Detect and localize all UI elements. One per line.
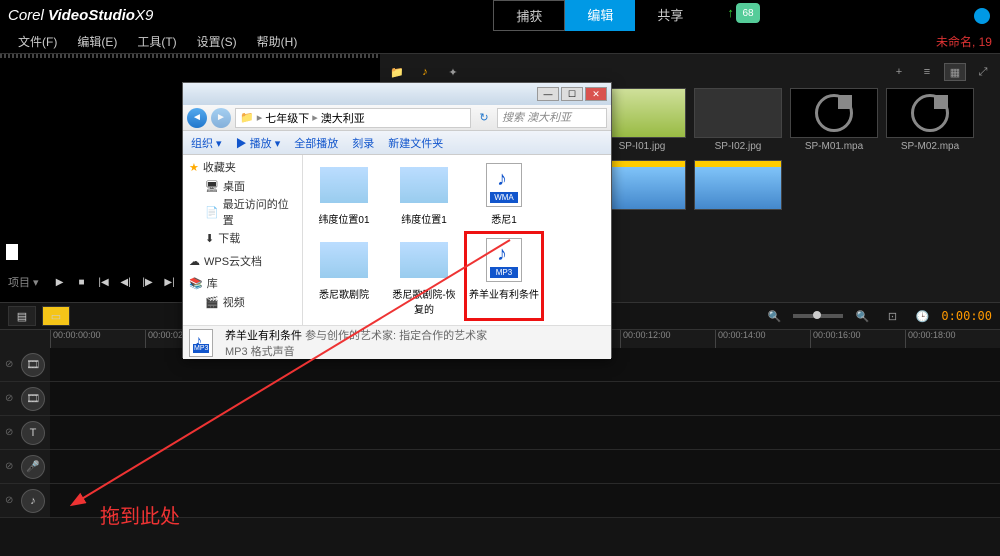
file-item[interactable]: ♪MP3养羊业有利条件 (469, 236, 539, 316)
mode-tabs: 捕获 编辑 共享 ↑ (493, 0, 756, 31)
wps-group[interactable]: ☁ WPS云文档 (189, 253, 296, 269)
title-track-icon: T (21, 421, 45, 445)
notification-badge[interactable]: 68 (736, 3, 760, 23)
organize-menu[interactable]: 组织 ▾ (191, 135, 222, 151)
lib-fx-icon[interactable]: ✦ (442, 63, 464, 81)
globe-icon[interactable] (974, 8, 990, 24)
explorer-toolbar: 组织 ▾ ▶ 播放 ▾ 全部播放 刻录 新建文件夹 (183, 131, 611, 155)
maximize-button[interactable]: ☐ (561, 87, 583, 101)
nav-back-button[interactable]: ◄ (187, 108, 207, 128)
stop-button[interactable]: ■ (73, 273, 91, 291)
menu-help[interactable]: 帮助(H) (247, 33, 308, 50)
explorer-titlebar[interactable]: — ☐ ✕ (183, 83, 611, 105)
titlebar: Corel VideoStudioX9 捕获 编辑 共享 ↑ 68 (0, 0, 1000, 30)
fit-icon[interactable]: ⊡ (881, 307, 903, 325)
sidebar-desktop[interactable]: 🖥 桌面 (189, 177, 296, 195)
zoom-out-icon[interactable]: 🔍 (763, 307, 785, 325)
menu-edit[interactable]: 编辑(E) (67, 33, 127, 50)
library-thumb[interactable]: SP-M02.mpa (886, 88, 974, 152)
menu-tools[interactable]: 工具(T) (127, 33, 186, 50)
app-logo: Corel VideoStudioX9 (8, 7, 153, 24)
tab-edit[interactable]: 编辑 (565, 0, 635, 31)
explorer-statusbar: ♪MP3 养羊业有利条件 参与创作的艺术家: 指定合作的艺术家 MP3 格式声音 (183, 325, 611, 359)
lib-folder-icon[interactable]: 📁 (386, 63, 408, 81)
voice-track-icon: 🎤 (21, 455, 45, 479)
storyboard-view-button[interactable]: ▭ (42, 306, 70, 326)
project-name: 未命名, 19 (936, 33, 992, 50)
next-frame-button[interactable]: |▶ (139, 273, 157, 291)
play-menu[interactable]: ▶ 播放 ▾ (236, 135, 281, 151)
prev-frame-button[interactable]: ◀| (117, 273, 135, 291)
sidebar-recent[interactable]: 📄 最近访问的位置 (189, 195, 296, 229)
library-thumb[interactable]: SP-M01.mpa (790, 88, 878, 152)
video-track-icon: 🎞 (21, 353, 45, 377)
lib-expand-icon[interactable]: ⤢ (972, 63, 994, 81)
explorer-navbar: ◄ ► 📁▸ 七年级下▸ 澳大利亚 ↻ 搜索 澳大利亚 (183, 105, 611, 131)
menu-file[interactable]: 文件(F) (8, 33, 67, 50)
scrub-handle[interactable] (6, 244, 18, 260)
preview-mode-label: 项目 ▾ (8, 274, 39, 290)
library-thumb[interactable]: SP-I02.jpg (694, 88, 782, 152)
file-item[interactable]: 纬度位置1 (389, 161, 459, 226)
clock-icon[interactable]: 🕒 (911, 307, 933, 325)
lock-icon[interactable]: ⊘ (5, 495, 17, 507)
favorites-group[interactable]: ★收藏夹 (189, 159, 296, 175)
menu-settings[interactable]: 设置(S) (187, 33, 247, 50)
tab-share[interactable]: 共享 (635, 0, 705, 31)
file-item[interactable]: 纬度位置01 (309, 161, 379, 226)
play-all-button[interactable]: 全部播放 (294, 135, 338, 151)
annotation-text: 拖到此处 (100, 500, 180, 529)
timecode-display: 0:00:00 (941, 309, 992, 323)
nav-forward-button[interactable]: ► (211, 108, 231, 128)
overlay-track-icon: 🎞 (21, 387, 45, 411)
lock-icon[interactable]: ⊘ (5, 359, 17, 371)
lock-icon[interactable]: ⊘ (5, 393, 17, 405)
zoom-in-icon[interactable]: 🔍 (851, 307, 873, 325)
lib-add-icon[interactable]: + (888, 63, 910, 81)
file-explorer-window[interactable]: — ☐ ✕ ◄ ► 📁▸ 七年级下▸ 澳大利亚 ↻ 搜索 澳大利亚 组织 ▾ ▶… (182, 82, 612, 358)
lib-sort-icon[interactable]: ≡ (916, 63, 938, 81)
burn-button[interactable]: 刻录 (352, 135, 374, 151)
lock-icon[interactable]: ⊘ (5, 461, 17, 473)
minimize-button[interactable]: — (537, 87, 559, 101)
tab-capture[interactable]: 捕获 (493, 0, 565, 31)
music-track-icon: ♪ (21, 489, 45, 513)
forward-button[interactable]: ▶| (161, 273, 179, 291)
file-item[interactable]: ♪WMA悉尼1 (469, 161, 539, 226)
menubar: 文件(F) 编辑(E) 工具(T) 设置(S) 帮助(H) 未命名, 19 (0, 30, 1000, 54)
title-track[interactable]: ⊘T (0, 416, 1000, 450)
lib-grid-icon[interactable]: ▦ (944, 63, 966, 81)
search-input[interactable]: 搜索 澳大利亚 (497, 108, 607, 128)
explorer-sidebar: ★收藏夹 🖥 桌面 📄 最近访问的位置 ⬇ 下载 ☁ WPS云文档 📚 库 🎬 … (183, 155, 303, 325)
library-group[interactable]: 📚 库 (189, 275, 296, 291)
timeline-tracks: ⊘🎞 ⊘🎞 ⊘T ⊘🎤 ⊘♪ (0, 348, 1000, 518)
close-button[interactable]: ✕ (585, 87, 607, 101)
sidebar-video[interactable]: 🎬 视频 (189, 293, 296, 311)
refresh-button[interactable]: ↻ (475, 109, 493, 127)
lib-music-icon[interactable]: ♪ (414, 63, 436, 81)
file-item[interactable]: 悉尼歌剧院-恢复的 (389, 236, 459, 316)
overlay-track[interactable]: ⊘🎞 (0, 382, 1000, 416)
voice-track[interactable]: ⊘🎤 (0, 450, 1000, 484)
rewind-button[interactable]: |◀ (95, 273, 113, 291)
play-button[interactable]: ▶ (51, 273, 69, 291)
library-thumb[interactable] (694, 160, 782, 224)
new-folder-button[interactable]: 新建文件夹 (388, 135, 443, 151)
timeline-view-button[interactable]: ▤ (8, 306, 36, 326)
lock-icon[interactable]: ⊘ (5, 427, 17, 439)
file-item[interactable]: 悉尼歌剧院 (309, 236, 379, 316)
explorer-file-list[interactable]: 纬度位置01纬度位置1♪WMA悉尼1 悉尼歌剧院悉尼歌剧院-恢复的♪MP3养羊业有… (303, 155, 611, 325)
zoom-slider[interactable] (793, 314, 843, 318)
breadcrumb[interactable]: 📁▸ 七年级下▸ 澳大利亚 (235, 108, 471, 128)
sidebar-downloads[interactable]: ⬇ 下载 (189, 229, 296, 247)
